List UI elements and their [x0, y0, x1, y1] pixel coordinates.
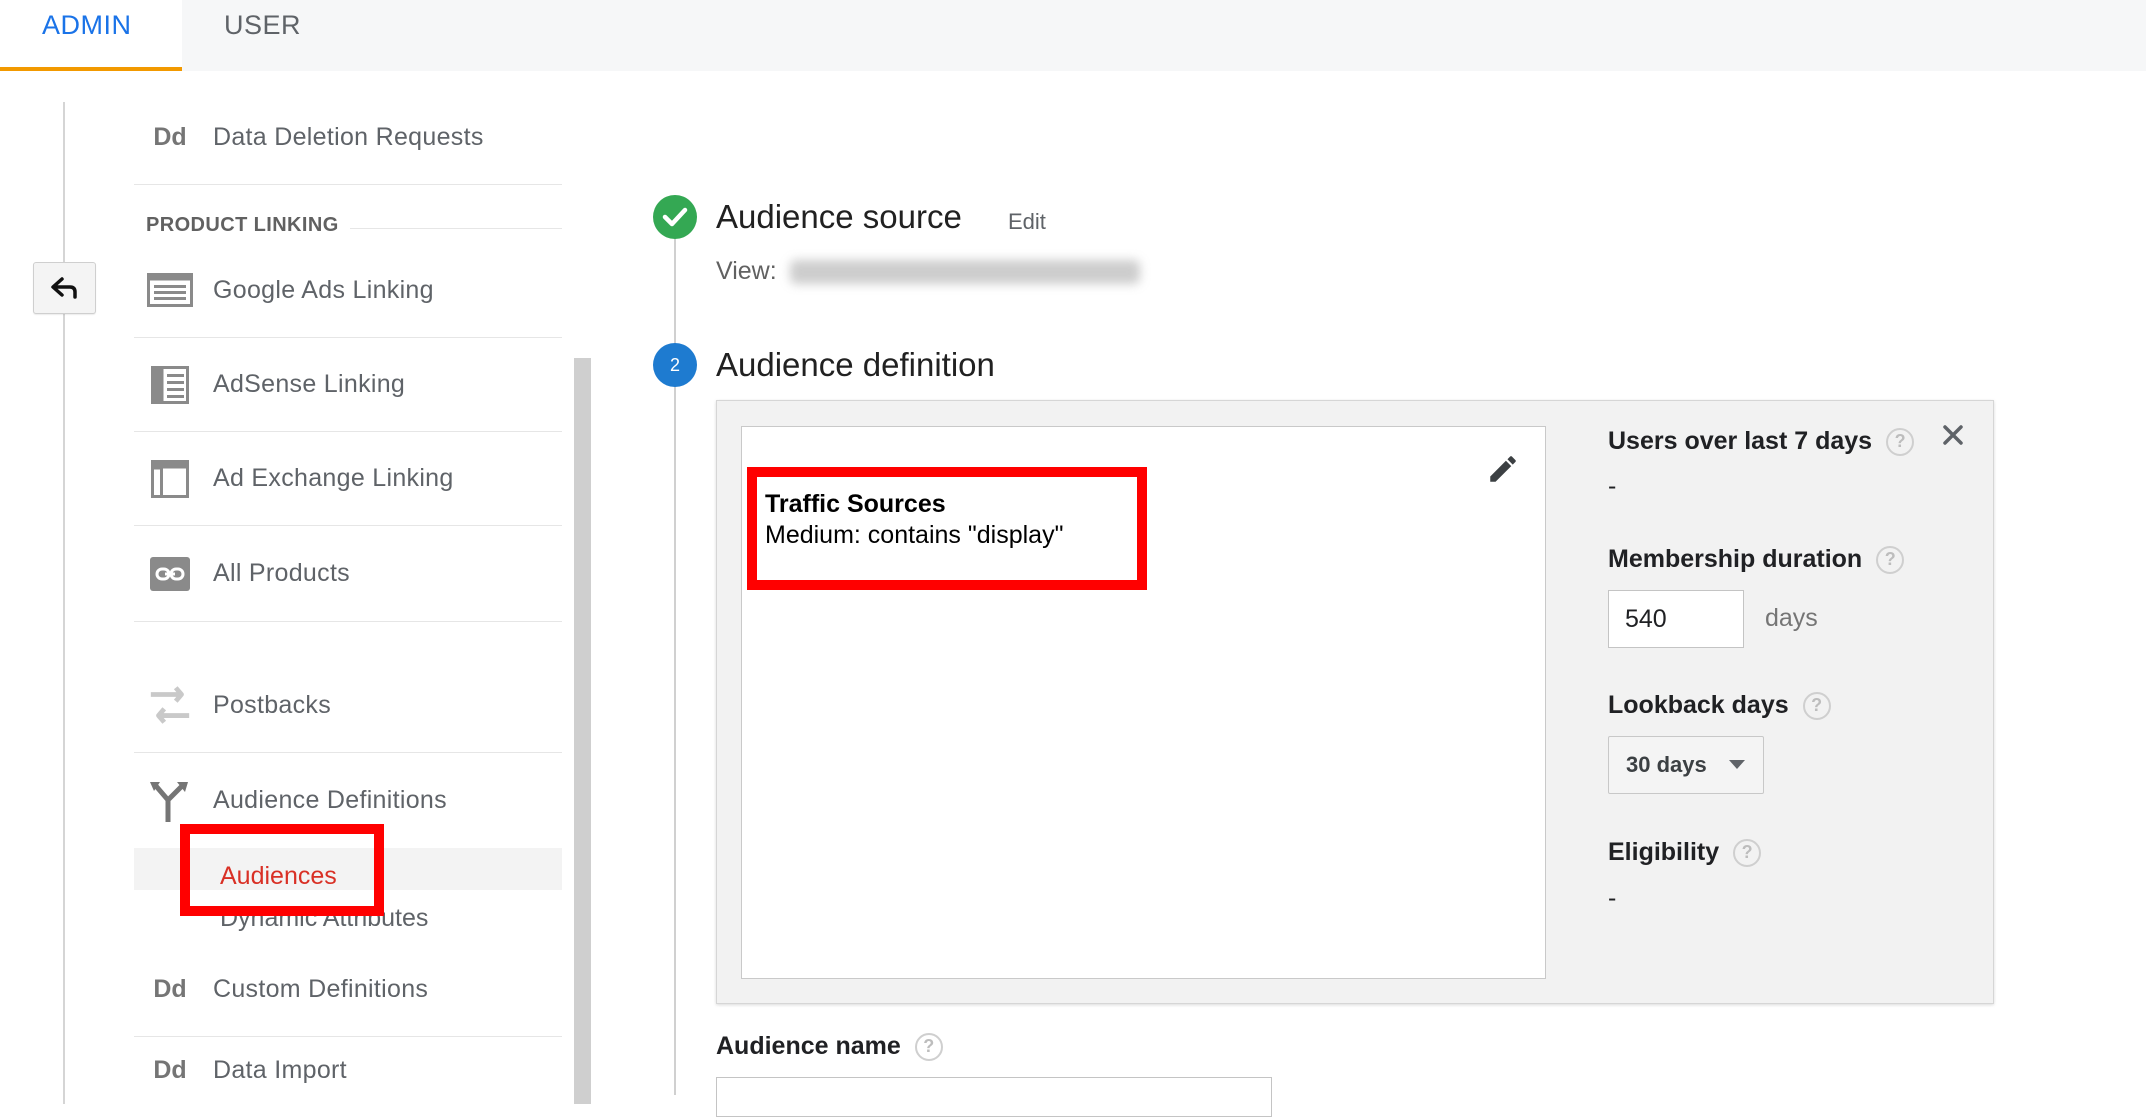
menu-item-postbacks[interactable]: Postbacks — [134, 658, 562, 753]
membership-duration-unit: days — [1765, 604, 1818, 632]
edit-pencil-icon[interactable] — [1486, 452, 1520, 491]
menu-item-label: Postbacks — [213, 690, 332, 719]
help-icon[interactable]: ? — [1802, 691, 1831, 720]
menu-item-custom-definitions[interactable]: Dd Custom Definitions — [134, 943, 562, 1037]
users-label-text: Users over last 7 days — [1608, 427, 1873, 455]
menu-scrollbar[interactable] — [574, 358, 591, 1104]
audience-name-label-text: Audience name — [716, 1032, 901, 1060]
dd-icon: Dd — [153, 1056, 187, 1084]
membership-label-text: Membership duration — [1608, 545, 1863, 573]
postbacks-icon — [147, 682, 193, 728]
tab-user[interactable]: USER — [182, 0, 343, 71]
edit-audience-source-link[interactable]: Edit — [1008, 209, 1046, 235]
lookback-days-label: Lookback days ? — [1608, 691, 1831, 720]
menu-item-google-ads-linking[interactable]: Google Ads Linking — [134, 243, 562, 338]
adsense-linking-icon — [147, 362, 193, 408]
dd-icon: Dd — [153, 975, 187, 1003]
lookback-days-selected: 30 days — [1626, 752, 1707, 777]
menu-item-label: Data Import — [213, 1056, 347, 1084]
menu-item-label: Google Ads Linking — [213, 275, 434, 304]
step-complete-check-icon — [653, 195, 697, 239]
ad-exchange-linking-icon — [147, 456, 193, 502]
menu-item-label: Data Deletion Requests — [213, 122, 484, 151]
step-title-audience-source: Audience source — [716, 198, 962, 235]
help-icon[interactable]: ? — [914, 1032, 943, 1061]
highlight-box-condition — [747, 467, 1147, 590]
audience-name-input[interactable] — [716, 1077, 1272, 1117]
dd-icon: Dd — [153, 122, 187, 151]
section-divider — [350, 228, 562, 229]
users-last-7-days-label: Users over last 7 days ? — [1608, 427, 1915, 456]
membership-duration-input[interactable] — [1608, 590, 1744, 648]
view-label: View: — [716, 257, 777, 285]
back-button[interactable] — [33, 262, 96, 314]
tab-admin[interactable]: ADMIN — [0, 0, 182, 71]
menu-item-all-products[interactable]: All Products — [134, 526, 562, 622]
close-icon[interactable] — [1942, 424, 1964, 451]
menu-item-label: Audience Definitions — [213, 786, 447, 814]
link-icon — [147, 551, 193, 597]
eligibility-value: - — [1608, 884, 1617, 912]
eligibility-label-text: Eligibility — [1608, 838, 1720, 866]
lookback-days-dropdown[interactable]: 30 days — [1608, 736, 1764, 794]
menu-item-label: AdSense Linking — [213, 370, 406, 398]
back-arrow-icon — [50, 277, 77, 299]
users-last-7-days-value: - — [1608, 472, 1617, 500]
menu-item-adsense-linking[interactable]: AdSense Linking — [134, 338, 562, 432]
redacted-view-name — [790, 260, 1140, 284]
help-icon[interactable]: ? — [1876, 545, 1905, 574]
help-icon[interactable]: ? — [1733, 838, 1762, 867]
menu-item-label: Custom Definitions — [213, 975, 429, 1003]
section-heading-product-linking: PRODUCT LINKING — [146, 214, 339, 236]
highlight-box-audiences — [180, 824, 384, 916]
menu-item-data-import[interactable]: Dd Data Import — [134, 1037, 562, 1104]
menu-item-ad-exchange-linking[interactable]: Ad Exchange Linking — [134, 432, 562, 526]
menu-item-label: Ad Exchange Linking — [213, 464, 454, 492]
audience-name-label: Audience name ? — [716, 1032, 943, 1061]
help-icon[interactable]: ? — [1886, 427, 1915, 456]
lookback-label-text: Lookback days — [1608, 691, 1789, 719]
step-number-badge: 2 — [653, 343, 697, 387]
audience-definitions-icon — [147, 778, 193, 824]
step-title-audience-definition: Audience definition — [716, 346, 995, 383]
dropdown-arrow-icon — [1728, 760, 1745, 769]
menu-item-label: All Products — [213, 559, 350, 587]
step-number: 2 — [669, 354, 680, 375]
menu-item-data-deletion[interactable]: Dd Data Deletion Requests — [134, 90, 562, 185]
google-ads-linking-icon — [147, 267, 193, 313]
left-rail-line — [63, 102, 65, 1104]
eligibility-label: Eligibility ? — [1608, 838, 1762, 867]
membership-duration-label: Membership duration ? — [1608, 545, 1905, 574]
